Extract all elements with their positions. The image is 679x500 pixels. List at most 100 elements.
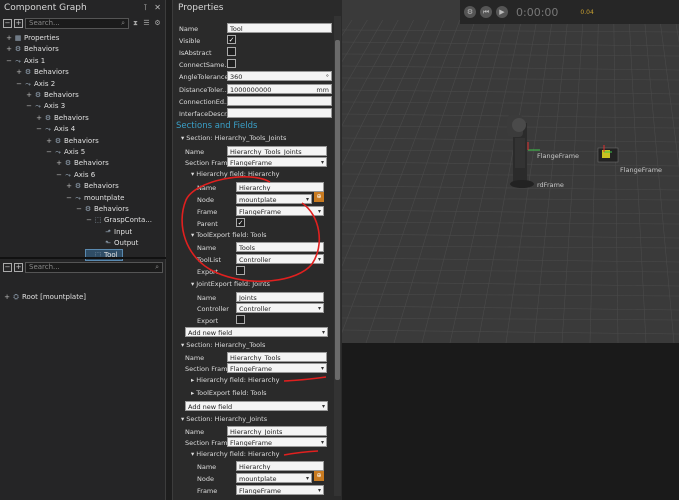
s3-hier-name-field[interactable]: Hierarchy xyxy=(236,461,324,471)
s3-frame-dropdown[interactable]: FlangeFrame ▾ xyxy=(227,437,327,447)
s1-hierarchy-field[interactable]: ▾ Hierarchy field: Hierarchy xyxy=(191,170,279,178)
expander-icon[interactable]: − xyxy=(66,193,72,203)
tree-item[interactable]: + ⚙ Behaviors xyxy=(16,67,69,77)
s3-name-field[interactable]: Hierarchy_Joints xyxy=(227,426,327,436)
list-icon[interactable]: ☰ xyxy=(142,19,151,28)
s1-name-field[interactable]: Hierarchy_Tools_Joints xyxy=(227,146,327,156)
pin-icon[interactable]: ⊺ xyxy=(143,3,147,12)
section-1-header[interactable]: ▾ Section: Hierarchy_Tools_Joints xyxy=(181,134,286,142)
s1-joint-ctrl-dropdown[interactable]: Controller ▾ xyxy=(236,303,324,313)
chevron-down-icon[interactable]: ▾ xyxy=(191,450,194,458)
expander-icon[interactable]: − xyxy=(36,124,42,134)
collapse-all-button[interactable]: − xyxy=(3,262,12,272)
tree-item[interactable]: + ⚙ Behaviors xyxy=(56,158,109,168)
tree-item[interactable]: + ⚙ Behaviors xyxy=(6,44,59,54)
chevron-down-icon[interactable]: ▾ xyxy=(191,280,194,288)
chevron-right-icon[interactable]: ▸ xyxy=(191,376,194,384)
node-picker-icon[interactable]: ⊕ xyxy=(314,471,324,481)
chevron-down-icon[interactable]: ▾ xyxy=(181,134,184,142)
s2-frame-dropdown[interactable]: FlangeFrame ▾ xyxy=(227,363,327,373)
chevron-down-icon[interactable]: ▾ xyxy=(191,231,194,239)
expander-icon[interactable]: + xyxy=(46,136,52,146)
expander-icon[interactable]: + xyxy=(16,67,22,77)
expander-icon[interactable]: + xyxy=(26,90,32,100)
tree-item[interactable]: + ⚙ Behaviors xyxy=(36,113,89,123)
expander-icon[interactable]: − xyxy=(56,170,62,180)
filter-icon[interactable]: ⧗ xyxy=(131,19,140,28)
tree-item[interactable]: ⬑ Output xyxy=(96,238,138,248)
tree-item[interactable]: − ⤳ Axis 6 xyxy=(56,170,95,180)
chevron-down-icon[interactable]: ▾ xyxy=(181,341,184,349)
chevron-down-icon[interactable]: ▾ xyxy=(191,170,194,178)
s1-parent-checkbox[interactable]: ✓ xyxy=(236,218,245,227)
s1-add-field-dropdown[interactable]: Add new field ▾ xyxy=(185,327,328,337)
expander-icon[interactable]: − xyxy=(46,147,52,157)
rewind-icon[interactable]: ⏮ xyxy=(480,6,492,18)
collapse-all-button[interactable]: − xyxy=(3,18,12,28)
section-2-header[interactable]: ▾ Section: Hierarchy_Tools xyxy=(181,341,265,349)
expand-icon[interactable]: + xyxy=(4,292,10,302)
s1-toolexport-field[interactable]: ▾ ToolExport field: Tools xyxy=(191,231,267,239)
expander-icon[interactable]: + xyxy=(6,44,12,54)
visible-checkbox[interactable]: ✓ xyxy=(227,35,236,44)
name-field[interactable]: Tool xyxy=(227,23,332,33)
properties-scroll-thumb[interactable] xyxy=(335,40,340,380)
s2-toolexport-field[interactable]: ▸ ToolExport field: Tools xyxy=(191,389,267,397)
expander-icon[interactable]: + xyxy=(36,113,42,123)
tree-item[interactable]: − ⚙ Behaviors xyxy=(76,204,129,214)
s2-add-field-dropdown[interactable]: Add new field ▾ xyxy=(185,401,328,411)
expander-icon[interactable]: − xyxy=(26,101,32,111)
tool-model[interactable] xyxy=(597,145,619,163)
3d-viewport[interactable]: FlangeFrame FlangeFrame rdFrame ⚙ ⏮ ▶ 0:… xyxy=(342,0,679,343)
settings-icon[interactable]: ⚙ xyxy=(153,19,162,28)
connected-field[interactable] xyxy=(227,96,332,106)
s1-tool-list-dropdown[interactable]: Controller ▾ xyxy=(236,254,324,264)
tree-item[interactable]: + ▦ Properties xyxy=(6,33,59,43)
s1-hier-node-dropdown[interactable]: mountplate ▾ xyxy=(236,194,312,204)
s1-joint-export-checkbox[interactable] xyxy=(236,315,245,324)
root-node[interactable]: + ⛭ Root [mountplate] xyxy=(4,292,170,302)
tree-item[interactable]: + ⚙ Behaviors xyxy=(46,136,99,146)
s1-hier-frame-dropdown[interactable]: FlangeFrame ▾ xyxy=(236,206,324,216)
tree-item[interactable]: − ⤳ Axis 3 xyxy=(26,101,65,111)
chevron-right-icon[interactable]: ▸ xyxy=(191,389,194,397)
robot-model[interactable] xyxy=(507,115,540,188)
tree-item[interactable]: − ⤳ Axis 1 xyxy=(6,56,45,66)
expander-icon[interactable]: − xyxy=(76,204,82,214)
expander-icon[interactable]: − xyxy=(86,215,92,225)
close-icon[interactable]: ✕ xyxy=(154,3,161,12)
tree-item[interactable]: + ⚙ Behaviors xyxy=(66,181,119,191)
s1-frame-dropdown[interactable]: FlangeFrame ▾ xyxy=(227,157,327,167)
tree-item[interactable]: − ⤳ Axis 4 xyxy=(36,124,75,134)
expander-icon[interactable]: + xyxy=(56,158,62,168)
s3-hier-frame-dropdown[interactable]: FlangeFrame ▾ xyxy=(236,485,324,495)
expander-icon[interactable]: + xyxy=(66,181,72,191)
s2-hierarchy-field[interactable]: ▸ Hierarchy field: Hierarchy xyxy=(191,376,279,384)
isabstract-checkbox[interactable] xyxy=(227,47,236,56)
expand-all-button[interactable]: + xyxy=(14,18,23,28)
chevron-down-icon[interactable]: ▾ xyxy=(181,415,184,423)
s1-joint-name-field[interactable]: Joints xyxy=(236,292,324,302)
s1-tool-export-checkbox[interactable] xyxy=(236,266,245,275)
node-picker-icon[interactable]: ⊕ xyxy=(314,192,324,202)
play-icon[interactable]: ▶ xyxy=(496,6,508,18)
s2-name-field[interactable]: Hierarchy_Tools xyxy=(227,352,327,362)
s1-hier-name-field[interactable]: Hierarchy xyxy=(236,182,324,192)
angletol-field[interactable]: 360 ° xyxy=(227,71,332,81)
section-3-header[interactable]: ▾ Section: Hierarchy_Joints xyxy=(181,415,267,423)
graph-search-input[interactable]: Search... ⌕ xyxy=(25,17,129,29)
s1-tool-name-field[interactable]: Tools xyxy=(236,242,324,252)
expander-icon[interactable]: − xyxy=(16,79,22,89)
s1-jointexport-field[interactable]: ▾ JointExport field: Joints xyxy=(191,280,270,288)
tree-item[interactable]: − ⬚ GraspConta... xyxy=(86,215,152,225)
connectsame-checkbox[interactable] xyxy=(227,59,236,68)
settings-icon[interactable]: ⚙ xyxy=(464,6,476,18)
expander-icon[interactable]: − xyxy=(6,56,12,66)
tree-item[interactable]: − ⤳ Axis 2 xyxy=(16,79,55,89)
panel-divider[interactable] xyxy=(0,257,166,259)
expander-icon[interactable]: + xyxy=(6,33,12,43)
disttol-field[interactable]: 1000000000 mm xyxy=(227,84,332,94)
interface-field[interactable] xyxy=(227,108,332,118)
tree-item[interactable]: + ⚙ Behaviors xyxy=(26,90,79,100)
hierarchy-search-input[interactable]: Search... ⌕ xyxy=(25,261,163,273)
